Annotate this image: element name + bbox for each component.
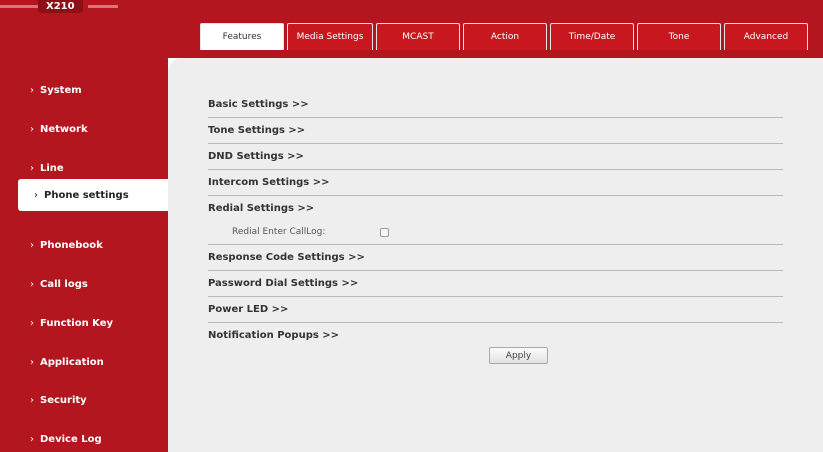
section-notification-popups[interactable]: Notification Popups >> xyxy=(208,322,783,348)
sidebar-item-label: Line xyxy=(40,162,64,174)
chevron-right-icon: › xyxy=(34,189,38,201)
sidebar-item-label: Security xyxy=(40,394,87,406)
chevron-right-icon: › xyxy=(30,317,34,329)
chevron-right-icon: › xyxy=(30,239,34,251)
section-power-led[interactable]: Power LED >> xyxy=(208,296,783,322)
chevron-right-icon: › xyxy=(30,162,34,174)
tab-media-settings[interactable]: Media Settings xyxy=(287,23,373,50)
sidebar-item-label: Function Key xyxy=(40,317,114,329)
brand-bar-left xyxy=(0,5,38,8)
sidebar-item-label: Application xyxy=(40,356,104,368)
sidebar-item-label: Phonebook xyxy=(40,239,103,251)
sidebar-item-label: Network xyxy=(40,123,88,135)
section-intercom-settings[interactable]: Intercom Settings >> xyxy=(208,169,783,195)
chevron-right-icon: › xyxy=(30,84,34,96)
brand-bar-right xyxy=(88,5,118,8)
tab-time-date[interactable]: Time/Date xyxy=(550,23,634,50)
tab-mcast[interactable]: MCAST xyxy=(376,23,460,50)
tab-bar: Features Media Settings MCAST Action Tim… xyxy=(200,23,808,51)
section-password-dial-settings[interactable]: Password Dial Settings >> xyxy=(208,270,783,296)
brand-label: X210 xyxy=(38,0,83,13)
sidebar-item-label: System xyxy=(40,84,82,96)
redial-enter-calllog-label: Redial Enter CallLog: xyxy=(232,227,326,237)
tab-advanced[interactable]: Advanced xyxy=(724,23,808,50)
sidebar-item-phone-settings[interactable]: › Phone settings xyxy=(18,179,168,211)
sidebar-item-call-logs[interactable]: › Call logs xyxy=(0,269,168,299)
sidebar-item-label: Device Log xyxy=(40,433,102,445)
section-basic-settings[interactable]: Basic Settings >> xyxy=(208,91,783,117)
redial-enter-calllog-row: Redial Enter CallLog: xyxy=(232,225,389,239)
chevron-right-icon: › xyxy=(30,433,34,445)
sidebar: › System › Network › Line › Phone settin… xyxy=(0,18,168,452)
sidebar-item-label: Phone settings xyxy=(44,189,129,201)
sidebar-item-security[interactable]: › Security xyxy=(0,385,168,415)
sidebar-item-application[interactable]: › Application xyxy=(0,347,168,377)
tab-tone[interactable]: Tone xyxy=(637,23,721,50)
sidebar-item-phonebook[interactable]: › Phonebook xyxy=(0,230,168,260)
chevron-right-icon: › xyxy=(30,356,34,368)
tab-action[interactable]: Action xyxy=(463,23,547,50)
sidebar-item-device-log[interactable]: › Device Log xyxy=(0,424,168,452)
sidebar-item-label: Call logs xyxy=(40,278,88,290)
section-redial-settings[interactable]: Redial Settings >> xyxy=(208,195,783,221)
sidebar-item-network[interactable]: › Network xyxy=(0,114,168,144)
redial-enter-calllog-checkbox[interactable] xyxy=(380,227,389,237)
chevron-right-icon: › xyxy=(30,278,34,290)
section-response-code-settings[interactable]: Response Code Settings >> xyxy=(208,244,783,270)
sidebar-item-function-key[interactable]: › Function Key xyxy=(0,308,168,338)
chevron-right-icon: › xyxy=(30,394,34,406)
section-dnd-settings[interactable]: DND Settings >> xyxy=(208,143,783,169)
tab-features[interactable]: Features xyxy=(200,23,284,50)
section-tone-settings[interactable]: Tone Settings >> xyxy=(208,117,783,143)
apply-button[interactable]: Apply xyxy=(489,347,548,364)
sidebar-item-system[interactable]: › System xyxy=(0,75,168,105)
chevron-right-icon: › xyxy=(30,123,34,135)
